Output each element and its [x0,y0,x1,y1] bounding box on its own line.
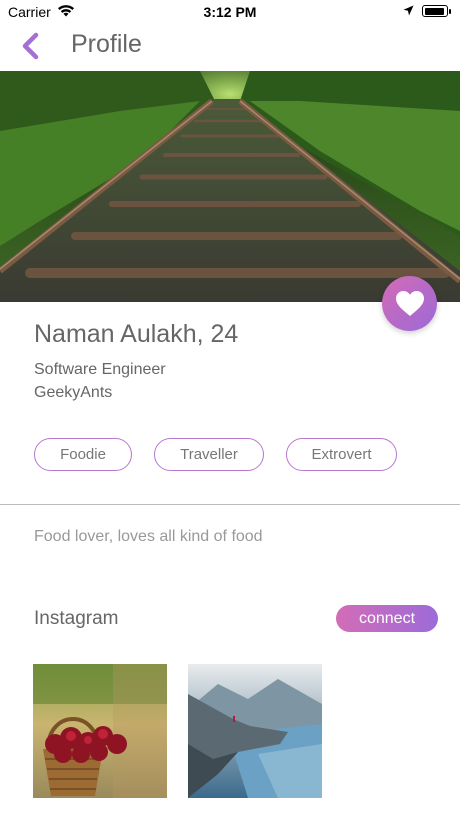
page-title: Profile [71,30,142,58]
tag-traveller[interactable]: Traveller [154,438,264,471]
tag-foodie[interactable]: Foodie [34,438,132,471]
interest-tags: Foodie Traveller Extrovert [34,438,397,471]
profile-job: Software Engineer [34,361,166,378]
clock: 3:12 PM [203,4,257,20]
status-bar: Carrier 3:12 PM [0,0,460,24]
back-button[interactable] [14,30,46,62]
profile-company: GeekyAnts [34,384,113,401]
battery-icon [422,5,451,17]
profile-bio: Food lover, loves all kind of food [34,528,263,545]
tag-extrovert[interactable]: Extrovert [286,438,397,471]
profile-name: Naman Aulakh, 24 [34,320,239,348]
instagram-photo[interactable] [33,664,167,798]
location-arrow-icon [403,3,414,19]
instagram-title: Instagram [34,608,119,629]
nav-bar: Profile [0,24,460,70]
like-button[interactable] [382,276,437,331]
chevron-left-icon [22,32,39,60]
status-right [403,3,451,19]
heart-icon [395,291,424,316]
divider [0,504,460,505]
instagram-photo[interactable] [188,664,322,798]
cover-photo [0,71,460,302]
connect-button[interactable]: connect [336,605,438,632]
